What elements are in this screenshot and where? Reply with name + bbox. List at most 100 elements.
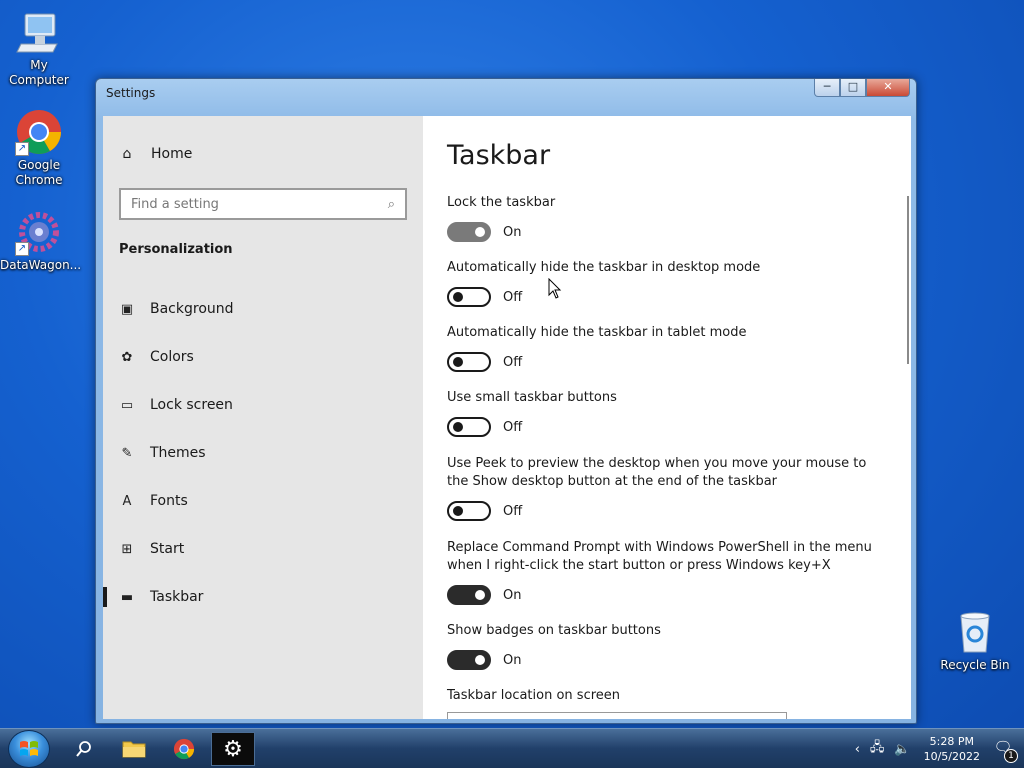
nav-home[interactable]: ⌂ Home	[119, 146, 193, 162]
desktop-icon-label: DataWagon...	[0, 258, 82, 272]
close-button[interactable]: ✕	[866, 79, 910, 97]
setting-powershell: Replace Command Prompt with Windows Powe…	[447, 539, 887, 605]
sidebar-item-label: Background	[150, 301, 234, 317]
setting-label: Show badges on taskbar buttons	[447, 623, 661, 638]
desktop-icon-recycle-bin[interactable]: Recycle Bin	[936, 608, 1014, 673]
desktop-icon-label: Google Chrome	[15, 158, 63, 187]
toggle-state: Off	[503, 354, 523, 370]
settings-window: Settings ─ □ ✕ ⌂ Home ⌕ Personalization …	[95, 78, 917, 724]
setting-autohide-tablet: Automatically hide the taskbar in tablet…	[447, 324, 887, 372]
lock-screen-icon: ▭	[120, 397, 134, 413]
network-icon[interactable]: 🖧	[870, 738, 885, 760]
desktop-icon-my-computer[interactable]: My Computer	[0, 8, 78, 88]
chrome-icon	[173, 738, 195, 760]
setting-badges: Show badges on taskbar buttons On	[447, 622, 887, 670]
chevron-left-icon[interactable]: ‹	[855, 742, 860, 757]
computer-icon	[15, 8, 63, 56]
powershell-toggle[interactable]	[447, 585, 491, 605]
toggle-state: Off	[503, 419, 523, 435]
sidebar-item-label: Start	[150, 541, 185, 557]
setting-label: Automatically hide the taskbar in deskto…	[447, 260, 761, 275]
notification-badge: 1	[1004, 749, 1018, 763]
taskbar-chrome[interactable]	[162, 732, 206, 766]
sidebar-item-lock-screen[interactable]: ▭ Lock screen	[103, 381, 423, 429]
taskbar-icon: ▬	[120, 589, 134, 605]
shortcut-arrow-icon: ↗	[15, 142, 29, 156]
start-icon: ⊞	[121, 541, 133, 557]
taskbar-search-button[interactable]	[62, 732, 106, 766]
setting-label: Taskbar location on screen	[447, 688, 621, 703]
settings-sidebar: ⌂ Home ⌕ Personalization ▣ Background ✿ …	[103, 116, 423, 719]
setting-location: Taskbar location on screen	[447, 687, 887, 705]
search-box: ⌕	[119, 188, 407, 220]
desktop-icon-label: Recycle Bin	[940, 658, 1010, 672]
sidebar-item-label: Taskbar	[150, 589, 204, 605]
notification-button[interactable]: 🗨 1	[990, 738, 1018, 763]
small-buttons-toggle[interactable]	[447, 417, 491, 437]
desktop-icon-chrome[interactable]: ↗ Google Chrome	[0, 108, 78, 188]
setting-autohide-desktop: Automatically hide the taskbar in deskto…	[447, 259, 887, 307]
mouse-cursor-icon	[548, 278, 562, 299]
sidebar-item-themes[interactable]: ✎ Themes	[103, 429, 423, 477]
window-controls: ─ □ ✕	[814, 79, 910, 97]
shortcut-arrow-icon: ↗	[15, 242, 29, 256]
sidebar-item-fonts[interactable]: A Fonts	[103, 477, 423, 525]
setting-label: Lock the taskbar	[447, 195, 556, 210]
clock-time: 5:28 PM	[929, 735, 974, 748]
setting-peek: Use Peek to preview the desktop when you…	[447, 455, 887, 521]
minimize-button[interactable]: ─	[814, 79, 840, 97]
volume-icon[interactable]: 🔈	[894, 742, 910, 757]
recycle-bin-icon	[951, 608, 999, 656]
clock[interactable]: 5:28 PM 10/5/2022	[924, 734, 980, 764]
page-title: Taskbar	[447, 140, 551, 171]
scrollbar[interactable]	[907, 196, 909, 364]
autohide-desktop-toggle[interactable]	[447, 287, 491, 307]
fonts-icon: A	[122, 493, 132, 509]
windows-logo-icon	[20, 741, 38, 756]
setting-label: Replace Command Prompt with Windows Powe…	[447, 540, 872, 573]
setting-label: Use Peek to preview the desktop when you…	[447, 456, 867, 489]
nav-home-label: Home	[151, 146, 193, 162]
search-icon	[76, 741, 91, 757]
taskbar-file-explorer[interactable]	[112, 732, 156, 766]
search-input[interactable]	[131, 196, 388, 212]
nav-list: ▣ Background ✿ Colors ▭ Lock screen ✎ Th…	[103, 285, 423, 621]
start-button[interactable]	[8, 730, 50, 768]
palette-icon: ✿	[121, 349, 133, 365]
sidebar-item-label: Colors	[150, 349, 194, 365]
section-title: Personalization	[119, 242, 233, 257]
toggle-state: On	[503, 224, 522, 240]
taskbar-settings[interactable]: ⚙	[211, 732, 255, 766]
sidebar-item-background[interactable]: ▣ Background	[103, 285, 423, 333]
desktop-icon-datawagon[interactable]: ↗ DataWagon...	[0, 208, 82, 273]
toggle-state: On	[503, 587, 522, 603]
sidebar-item-label: Fonts	[150, 493, 188, 509]
toggle-state: Off	[503, 289, 523, 305]
sidebar-item-colors[interactable]: ✿ Colors	[103, 333, 423, 381]
themes-icon: ✎	[121, 445, 133, 461]
window-title: Settings	[106, 86, 156, 100]
settings-content: Taskbar Lock the taskbar On Automaticall…	[447, 116, 887, 719]
toggle-state: Off	[503, 503, 523, 519]
image-icon: ▣	[120, 301, 134, 317]
sidebar-item-start[interactable]: ⊞ Start	[103, 525, 423, 573]
badges-toggle[interactable]	[447, 650, 491, 670]
autohide-tablet-toggle[interactable]	[447, 352, 491, 372]
taskbar-location-dropdown[interactable]	[447, 712, 787, 719]
setting-label: Automatically hide the taskbar in tablet…	[447, 325, 747, 340]
settings-client-area: ⌂ Home ⌕ Personalization ▣ Background ✿ …	[103, 116, 911, 719]
gear-icon: ⚙	[223, 736, 243, 762]
search-icon[interactable]: ⌕	[388, 197, 395, 212]
sidebar-item-taskbar[interactable]: ▬ Taskbar	[103, 573, 423, 621]
clock-date: 10/5/2022	[923, 750, 980, 763]
setting-label: Use small taskbar buttons	[447, 390, 617, 405]
taskbar: ⚙ ‹ 🖧 🔈 5:28 PM 10/5/2022 🗨 1	[0, 728, 1024, 768]
lock-taskbar-toggle[interactable]	[447, 222, 491, 242]
desktop-icon-label: My Computer	[9, 58, 69, 87]
peek-toggle[interactable]	[447, 501, 491, 521]
setting-small-buttons: Use small taskbar buttons Off	[447, 389, 887, 437]
datawagon-icon: ↗	[15, 208, 63, 256]
toggle-state: On	[503, 652, 522, 668]
setting-lock-taskbar: Lock the taskbar On	[447, 194, 887, 242]
maximize-button[interactable]: □	[840, 79, 866, 97]
